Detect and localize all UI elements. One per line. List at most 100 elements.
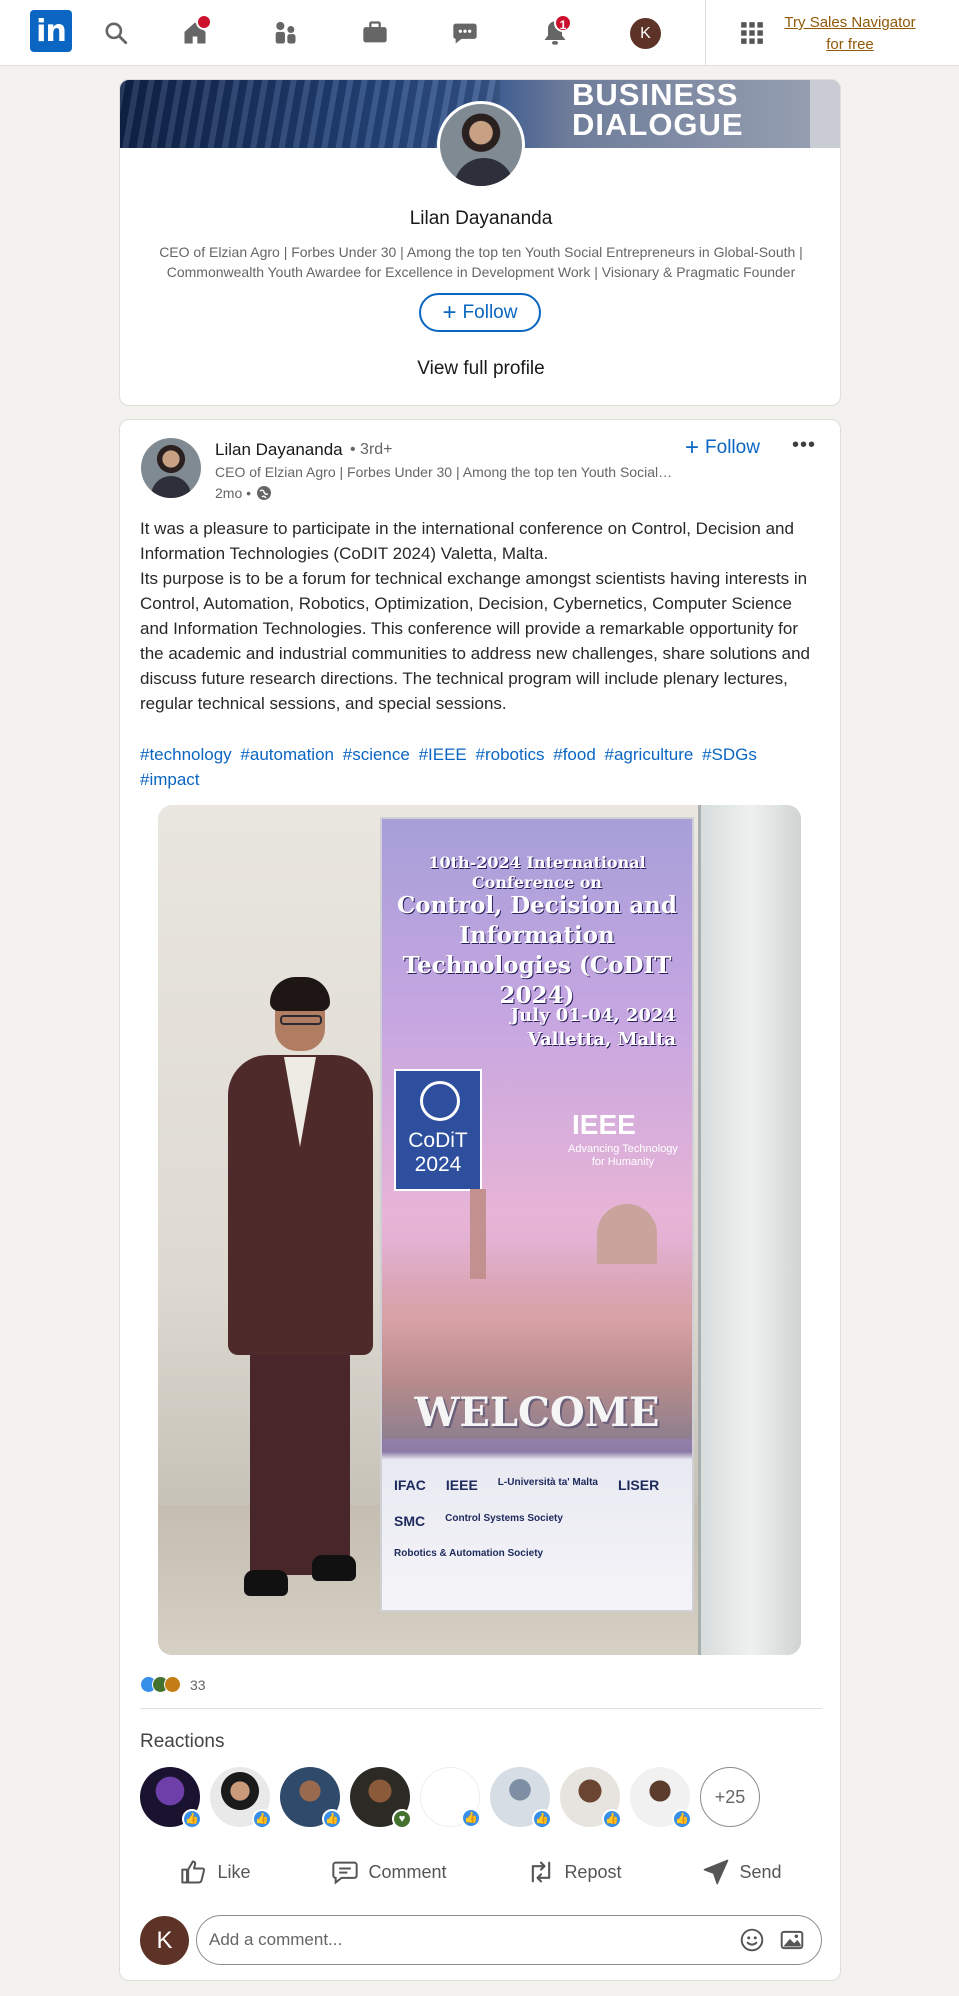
hashtag-link[interactable]: #SDGs bbox=[702, 745, 757, 764]
sponsor-logo: SMC bbox=[394, 1512, 426, 1529]
hashtag-link[interactable]: #impact bbox=[140, 770, 200, 789]
like-badge-icon: 👍 bbox=[182, 1809, 202, 1829]
repost-button[interactable]: Repost bbox=[517, 1850, 631, 1894]
my-network-icon[interactable] bbox=[266, 14, 304, 52]
post-paragraph: Its purpose is to be a forum for technic… bbox=[140, 569, 810, 713]
like-label: Like bbox=[217, 1861, 251, 1882]
emoji-icon[interactable] bbox=[737, 1925, 767, 1955]
post-time-text: 2mo • bbox=[215, 485, 252, 501]
more-options-icon[interactable]: ••• bbox=[792, 434, 816, 457]
post-author-avatar[interactable] bbox=[141, 438, 201, 498]
glass-door bbox=[698, 805, 801, 1655]
comment-input[interactable] bbox=[209, 1930, 727, 1950]
post-timestamp: 2mo • bbox=[215, 485, 272, 501]
sponsor-logos: IFAC IEEE L-Università ta' Malta LISER S… bbox=[394, 1469, 684, 1569]
codit-logo: CoDiT 2024 bbox=[394, 1069, 482, 1191]
sponsor-logo: Robotics & Automation Society bbox=[394, 1548, 544, 1560]
reaction-icons bbox=[140, 1676, 181, 1693]
celebrate-reaction-icon bbox=[164, 1676, 181, 1693]
hashtag-link[interactable]: #science bbox=[343, 745, 410, 764]
hashtag-link[interactable]: #agriculture bbox=[605, 745, 694, 764]
reactor-avatar[interactable]: ♥ bbox=[350, 1767, 412, 1829]
follow-label: Follow bbox=[705, 437, 760, 458]
ieee-tagline: Advancing Technology for Humanity bbox=[568, 1143, 678, 1168]
me-avatar[interactable]: K bbox=[630, 18, 661, 49]
hashtags: #technology #automation #science #IEEE #… bbox=[140, 742, 822, 792]
messaging-icon[interactable] bbox=[446, 14, 484, 52]
apps-grid-icon[interactable] bbox=[733, 14, 771, 52]
reactor-avatar[interactable]: 👍 bbox=[560, 1767, 622, 1829]
hashtag-link[interactable]: #robotics bbox=[476, 745, 545, 764]
nav-divider bbox=[705, 0, 706, 66]
banner-dates: July 01-04, 2024 Valletta, Malta bbox=[511, 1004, 676, 1052]
notifications-icon[interactable]: 1 bbox=[536, 14, 574, 52]
like-badge-icon: 👍 bbox=[461, 1808, 481, 1828]
hashtag-link[interactable]: #IEEE bbox=[419, 745, 467, 764]
send-button[interactable]: Send bbox=[692, 1850, 791, 1894]
plus-icon: + bbox=[442, 298, 457, 326]
like-badge-icon: 👍 bbox=[322, 1809, 342, 1829]
follow-label: Follow bbox=[462, 301, 518, 323]
profile-follow-button[interactable]: + Follow bbox=[419, 293, 541, 332]
church-dome bbox=[597, 1204, 657, 1264]
sales-navigator-link[interactable]: Try Sales Navigator for free bbox=[775, 12, 925, 56]
post-author-name[interactable]: Lilan Dayananda bbox=[215, 440, 343, 460]
profile-avatar[interactable] bbox=[437, 101, 525, 189]
reaction-count: 33 bbox=[190, 1676, 206, 1693]
more-reactors-button[interactable]: +25 bbox=[700, 1767, 760, 1827]
post-actions: Like Comment Repost Send bbox=[140, 1847, 822, 1897]
image-icon[interactable] bbox=[777, 1925, 807, 1955]
like-button[interactable]: Like bbox=[170, 1850, 260, 1894]
post-follow-button[interactable]: + Follow bbox=[685, 434, 760, 462]
linkedin-logo[interactable]: in bbox=[30, 10, 72, 52]
search-icon[interactable] bbox=[97, 14, 135, 52]
comment-label: Comment bbox=[368, 1861, 447, 1882]
hashtag-link[interactable]: #food bbox=[553, 745, 596, 764]
like-badge-icon: 👍 bbox=[672, 1809, 692, 1829]
like-badge-icon: 👍 bbox=[532, 1809, 552, 1829]
post-paragraph: It was a pleasure to participate in the … bbox=[140, 519, 794, 563]
comment-box bbox=[196, 1915, 822, 1965]
comment-icon bbox=[332, 1861, 359, 1885]
sponsor-logo: L-Università ta' Malta bbox=[497, 1477, 598, 1488]
reactor-avatar[interactable]: 👍 bbox=[280, 1767, 342, 1829]
divider bbox=[140, 1708, 822, 1709]
banner-place-text: Valletta, Malta bbox=[527, 1029, 676, 1050]
ieee-logo: IEEE bbox=[572, 1109, 636, 1140]
notifications-badge: 1 bbox=[554, 14, 572, 32]
banner-top-text: 10th-2024 International Conference on bbox=[428, 853, 646, 892]
reactor-avatar[interactable]: 👍 bbox=[630, 1767, 692, 1829]
reactor-avatar[interactable]: 👍 bbox=[490, 1767, 552, 1829]
repost-label: Repost bbox=[564, 1861, 622, 1882]
repost-icon bbox=[532, 1861, 551, 1883]
sponsor-logo: IEEE bbox=[445, 1477, 478, 1493]
reactor-avatar[interactable]: 👍 bbox=[210, 1767, 272, 1829]
reactions-heading: Reactions bbox=[140, 1731, 225, 1752]
home-icon[interactable] bbox=[176, 14, 214, 52]
banner-title: Control, Decision and Information Techno… bbox=[397, 892, 677, 1009]
jobs-icon[interactable] bbox=[356, 14, 394, 52]
hashtag-link[interactable]: #automation bbox=[240, 745, 334, 764]
like-badge-icon: 👍 bbox=[252, 1809, 272, 1829]
support-badge-icon: ♥ bbox=[392, 1809, 412, 1829]
send-icon bbox=[704, 1859, 729, 1885]
post-image[interactable]: 10th-2024 International Conference on Co… bbox=[158, 805, 801, 1655]
hashtag-link[interactable]: #technology bbox=[140, 745, 232, 764]
post-body: It was a pleasure to participate in the … bbox=[140, 516, 822, 716]
reaction-summary[interactable]: 33 bbox=[140, 1676, 206, 1693]
conference-banner: 10th-2024 International Conference on Co… bbox=[380, 817, 694, 1612]
reactor-avatar-company[interactable]: 👍 bbox=[420, 1767, 481, 1828]
connection-degree: • 3rd+ bbox=[350, 441, 393, 458]
top-nav: in 1 K Try Sales Navigator for free bbox=[0, 0, 959, 66]
reactor-avatars: 👍 👍 👍 ♥ 👍 👍 👍 👍 +25 bbox=[140, 1767, 760, 1829]
send-label: Send bbox=[739, 1861, 782, 1882]
person-in-suit bbox=[228, 977, 378, 1605]
like-icon bbox=[181, 1860, 206, 1884]
church-spire bbox=[470, 1189, 486, 1279]
banner-side bbox=[810, 80, 840, 148]
sponsor-logo: Control Systems Society bbox=[445, 1512, 563, 1524]
reactor-avatar[interactable]: 👍 bbox=[140, 1767, 202, 1829]
comment-button[interactable]: Comment bbox=[321, 1850, 456, 1894]
view-full-profile-link[interactable]: View full profile bbox=[120, 358, 840, 380]
profile-name[interactable]: Lilan Dayananda bbox=[120, 208, 840, 230]
